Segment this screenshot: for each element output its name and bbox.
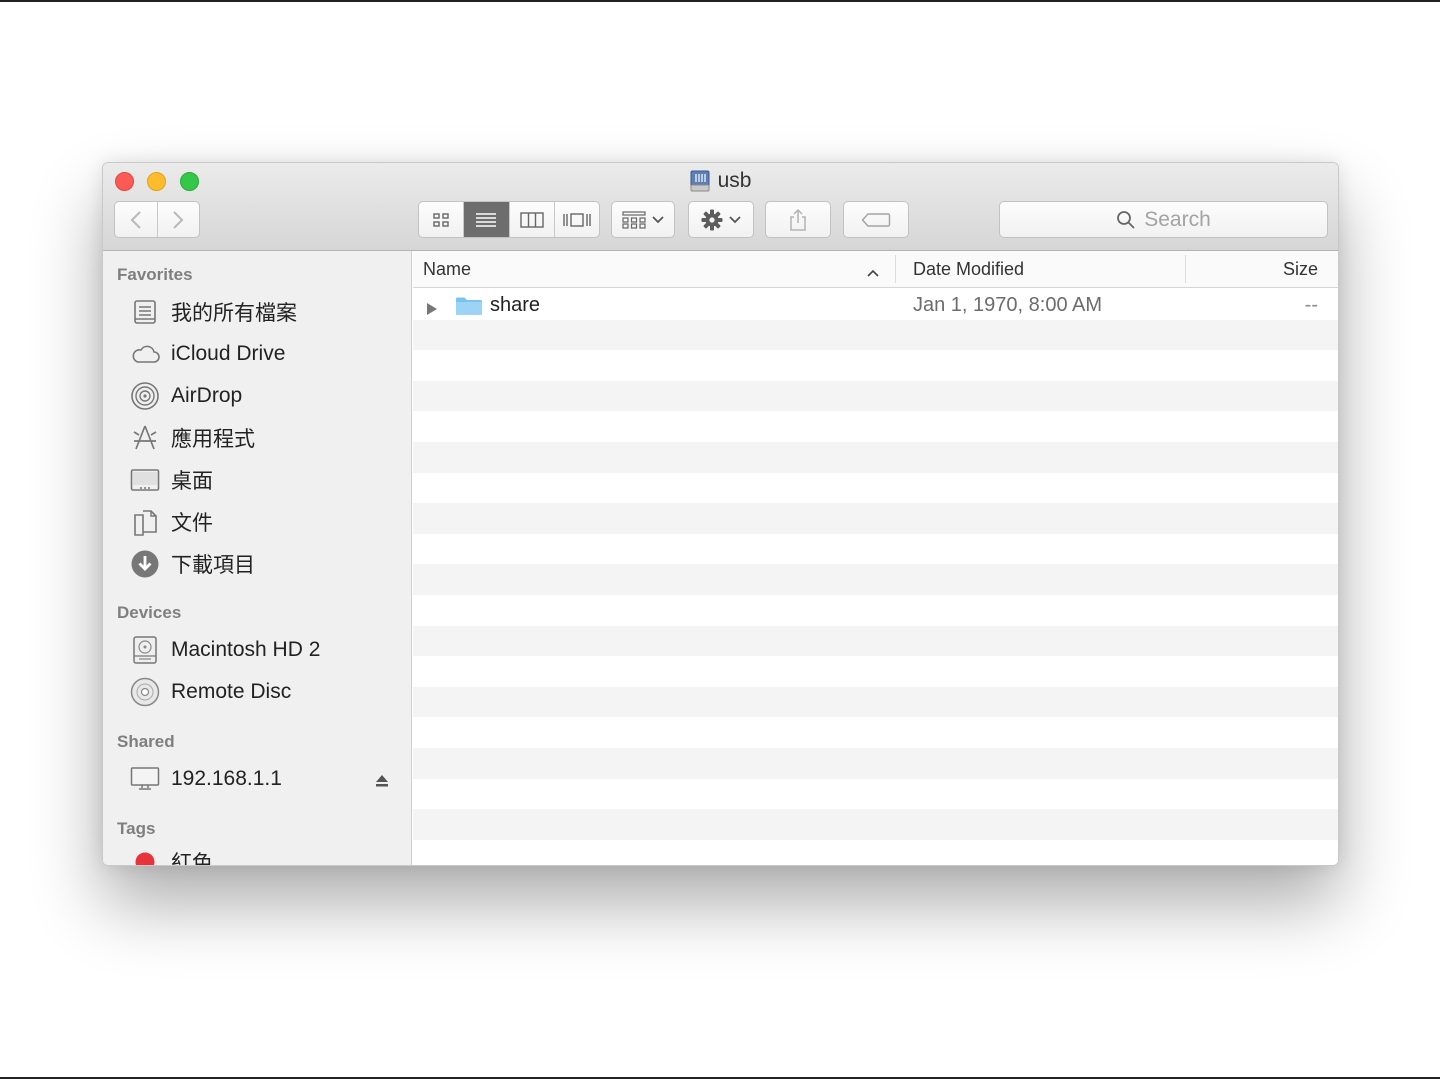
- column-view-button[interactable]: [508, 202, 554, 237]
- network-computer-icon: [129, 763, 161, 795]
- sidebar-item-macintosh-hd-2[interactable]: Macintosh HD 2: [129, 633, 401, 667]
- tag-color-dot-icon: [129, 846, 161, 865]
- forward-button[interactable]: [156, 202, 200, 237]
- disclosure-triangle-icon[interactable]: [426, 299, 438, 322]
- sidebar-item-all-my-files[interactable]: 我的所有檔案: [129, 295, 401, 329]
- tag-icon: [861, 212, 891, 227]
- search-placeholder: Search: [1144, 207, 1211, 231]
- applications-icon: [129, 422, 161, 454]
- cloud-icon: [129, 338, 161, 370]
- tag-button[interactable]: [843, 201, 909, 238]
- column-view-icon: [519, 211, 544, 228]
- sidebar-item-downloads[interactable]: 下載項目: [129, 547, 401, 581]
- column-size[interactable]: Size: [1185, 255, 1338, 283]
- eject-icon[interactable]: [375, 770, 389, 794]
- finder-window: usb Search Favorites 我的所有檔案 iCloud Drive…: [102, 162, 1339, 866]
- icon-view-icon: [433, 212, 449, 227]
- toolbar: usb Search: [103, 163, 1338, 251]
- sidebar: Favorites 我的所有檔案 iCloud Drive AirDrop 應用…: [103, 251, 412, 865]
- shared-header: Shared: [117, 732, 175, 751]
- icon-view-button[interactable]: [419, 202, 463, 237]
- search-icon: [1117, 210, 1135, 229]
- arrange-button[interactable]: [611, 201, 675, 238]
- desktop-icon: [129, 464, 161, 496]
- favorites-header: Favorites: [117, 265, 193, 284]
- chevron-down-icon: [652, 215, 664, 223]
- column-name-label: Name: [423, 259, 472, 279]
- page-bottom-border: [0, 1077, 1440, 1079]
- sidebar-item-label: 我的所有檔案: [171, 302, 297, 325]
- column-header: Name Date Modified Size: [413, 251, 1338, 288]
- navigation-buttons: [114, 201, 200, 238]
- table-row[interactable]: share Jan 1, 1970, 8:00 AM --: [413, 289, 1338, 321]
- sidebar-item-label: iCloud Drive: [171, 342, 286, 365]
- sidebar-item-label: Macintosh HD 2: [171, 638, 321, 661]
- downloads-icon: [129, 548, 161, 580]
- arrange-grid-icon: [622, 210, 646, 229]
- sidebar-item-label: AirDrop: [171, 384, 243, 407]
- list-stripes: [413, 289, 1338, 865]
- hard-disk-icon: [129, 634, 161, 666]
- column-date-label: Date Modified: [913, 258, 1025, 279]
- search-field[interactable]: Search: [999, 201, 1328, 238]
- share-icon: [790, 208, 806, 231]
- file-name: share: [490, 294, 541, 316]
- column-size-label: Size: [1282, 258, 1318, 279]
- sidebar-item-applications[interactable]: 應用程式: [129, 421, 401, 455]
- sidebar-item-remote-disc[interactable]: Remote Disc: [129, 675, 401, 709]
- sidebar-item-label: 文件: [171, 512, 213, 535]
- list-view-button[interactable]: [463, 202, 509, 237]
- sidebar-item-label: 下載項目: [171, 554, 255, 577]
- sidebar-item-icloud-drive[interactable]: iCloud Drive: [129, 337, 401, 371]
- sidebar-item-label: 紅色: [171, 852, 213, 866]
- sidebar-item-label: 應用程式: [171, 428, 255, 451]
- usb-drive-icon: [690, 170, 710, 192]
- gear-icon: [701, 209, 723, 230]
- page-top-border: [0, 0, 1440, 2]
- chevron-right-icon: [173, 210, 184, 229]
- disc-icon: [129, 676, 161, 708]
- devices-header: Devices: [117, 603, 182, 622]
- cover-flow-view-button[interactable]: [553, 202, 599, 237]
- cover-flow-icon: [563, 212, 591, 227]
- all-my-files-icon: [129, 296, 161, 328]
- sidebar-item-label: Remote Disc: [171, 680, 292, 703]
- folder-icon: [455, 296, 483, 322]
- list-view-icon: [476, 212, 497, 227]
- window-title-text: usb: [717, 169, 752, 192]
- column-name[interactable]: Name: [423, 251, 895, 288]
- file-list: Name Date Modified Size share Jan 1, 197…: [413, 251, 1338, 865]
- window-title: usb: [103, 169, 1338, 193]
- file-date-modified: Jan 1, 1970, 8:00 AM: [913, 294, 1103, 316]
- tags-header: Tags: [117, 819, 156, 838]
- chevron-down-icon: [729, 215, 741, 223]
- documents-icon: [129, 506, 161, 538]
- view-mode-buttons: [418, 201, 600, 238]
- sort-ascending-icon: [867, 261, 879, 282]
- sidebar-item-label: 桌面: [171, 470, 213, 493]
- sidebar-item-tag-red[interactable]: 紅色: [129, 845, 401, 866]
- sidebar-item-documents[interactable]: 文件: [129, 505, 401, 539]
- sidebar-item-desktop[interactable]: 桌面: [129, 463, 401, 497]
- back-button[interactable]: [115, 202, 157, 237]
- airdrop-icon: [129, 380, 161, 412]
- chevron-left-icon: [130, 210, 141, 229]
- sidebar-item-network-host[interactable]: 192.168.1.1: [129, 762, 401, 796]
- column-date-modified[interactable]: Date Modified: [895, 255, 1187, 283]
- sidebar-item-label: 192.168.1.1: [171, 767, 282, 790]
- action-button[interactable]: [688, 201, 754, 238]
- share-button[interactable]: [765, 201, 831, 238]
- sidebar-item-airdrop[interactable]: AirDrop: [129, 379, 401, 413]
- file-size: --: [1304, 294, 1318, 316]
